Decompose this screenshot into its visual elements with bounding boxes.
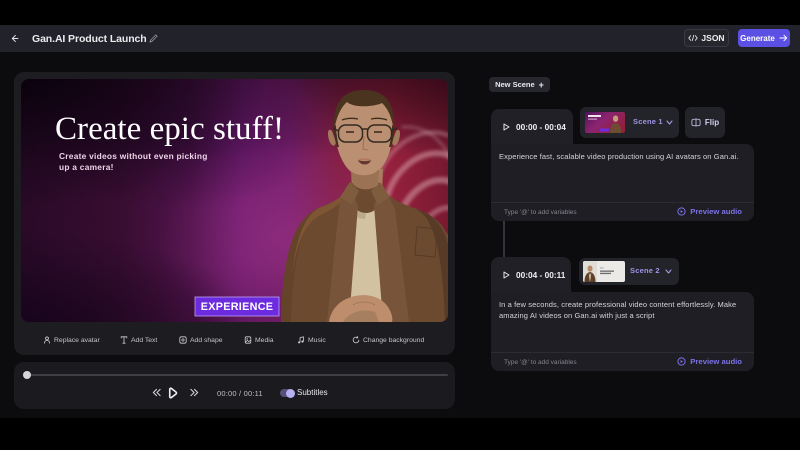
svg-text:Create epic stuff!: Create epic stuff! xyxy=(55,111,284,147)
svg-text:EXPERIENCE: EXPERIENCE xyxy=(201,301,274,313)
svg-text:Create videos without even pic: Create videos without even picking xyxy=(59,151,208,161)
svg-text:up a camera!: up a camera! xyxy=(59,162,114,172)
